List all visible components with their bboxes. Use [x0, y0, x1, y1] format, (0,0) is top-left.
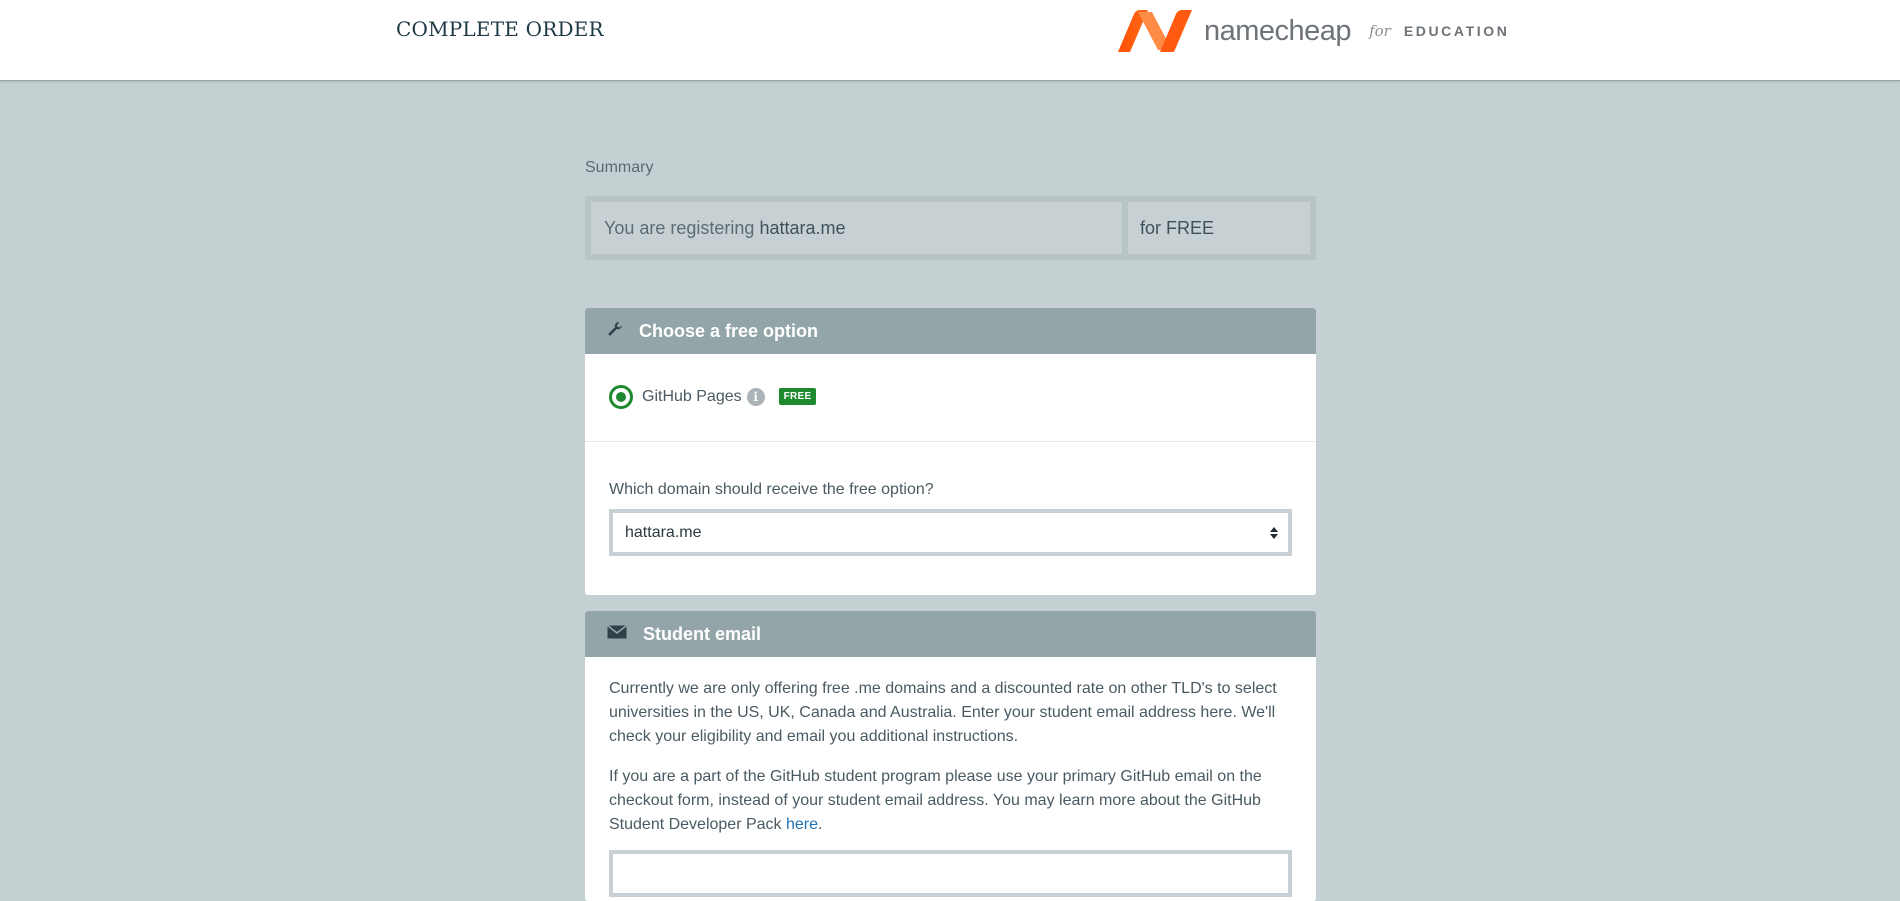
github-pages-label[interactable]: GitHub Pages [642, 388, 742, 406]
github-pack-link[interactable]: here [786, 816, 818, 833]
info-icon[interactable]: i [746, 387, 765, 406]
free-option-title: Choose a free option [639, 320, 819, 341]
wrench-icon [607, 321, 623, 342]
free-option-panel: Choose a free option GitHub Pages i FREE… [585, 308, 1316, 595]
summary-registering-text: You are registering [604, 217, 755, 238]
domain-select[interactable]: hattara.me [609, 509, 1292, 556]
student-email-panel: Student email Currently we are only offe… [585, 611, 1316, 901]
summary-registering: You are registering hattara.me [591, 202, 1122, 254]
domain-question: Which domain should receive the free opt… [609, 481, 934, 498]
student-email-header: Student email [585, 611, 1316, 657]
envelope-icon [607, 624, 627, 644]
summary-box: You are registering hattara.me for FREE [585, 196, 1316, 260]
logo-education: EDUCATION [1403, 23, 1510, 39]
github-program-text: If you are a part of the GitHub student … [609, 768, 1262, 833]
summary-price: for FREE [1128, 202, 1310, 254]
free-badge: FREE [778, 388, 817, 405]
student-email-info: Currently we are only offering free .me … [609, 680, 1277, 745]
free-option-header: Choose a free option [585, 308, 1316, 354]
github-program-info: If you are a part of the GitHub student … [609, 765, 1292, 837]
logo-for: for [1369, 22, 1391, 40]
logo-wordmark: namecheap [1204, 14, 1352, 47]
select-arrows-icon [1270, 526, 1278, 539]
summary-label: Summary [585, 159, 654, 176]
github-pages-radio[interactable] [609, 384, 633, 409]
page-title: COMPLETE ORDER [396, 17, 604, 41]
student-email-title: Student email [643, 623, 762, 644]
github-program-end: . [818, 816, 823, 833]
namecheap-education-logo[interactable]: namecheap for EDUCATION [1116, 8, 1509, 54]
domain-select-value: hattara.me [625, 523, 702, 541]
namecheap-n-logo-icon [1116, 8, 1194, 54]
student-email-input[interactable] [609, 850, 1292, 897]
top-header: COMPLETE ORDER namecheap for EDUCATION [0, 0, 1900, 81]
summary-domain: hattara.me [759, 217, 846, 238]
github-pages-option[interactable]: GitHub Pages i FREE [585, 354, 1316, 442]
